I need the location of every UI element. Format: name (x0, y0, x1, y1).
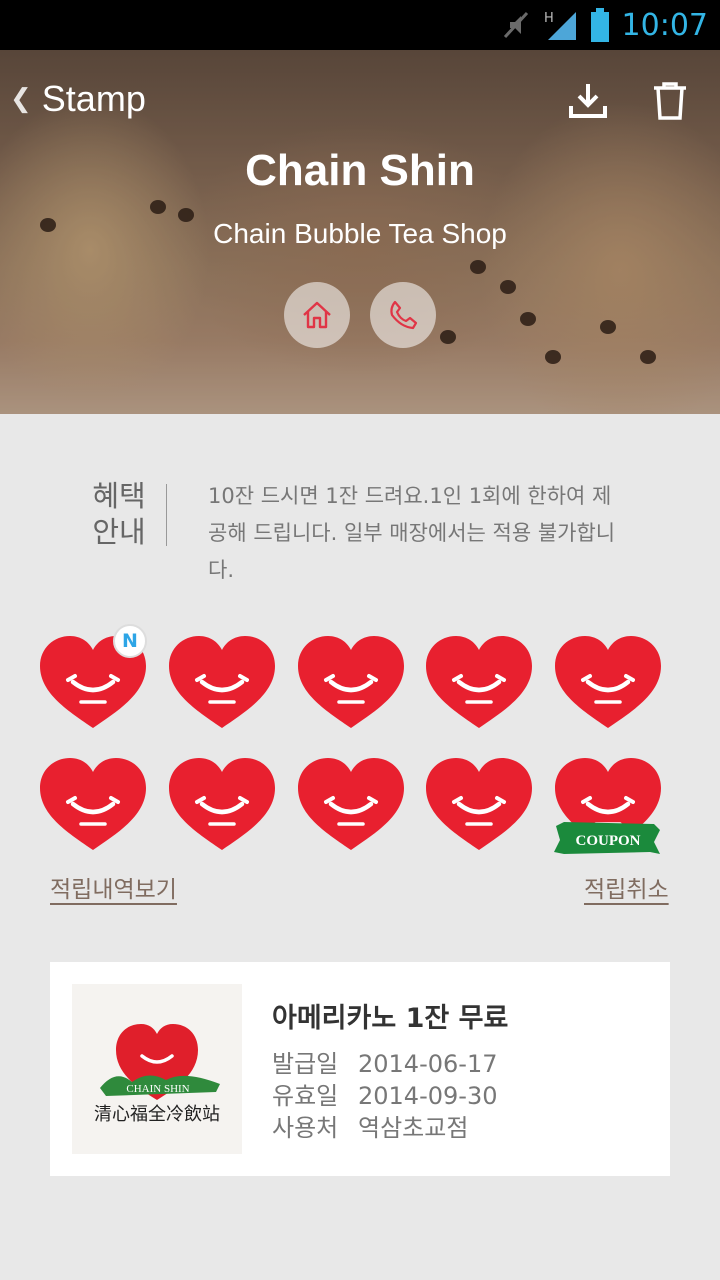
stamp-heart[interactable] (426, 636, 532, 732)
pearl-decoration (545, 350, 561, 364)
stamp-history-link[interactable]: 적립내역보기 (50, 870, 177, 904)
stamp-heart[interactable] (298, 636, 404, 732)
phone-button[interactable] (370, 282, 436, 348)
pearl-decoration (640, 350, 656, 364)
store-header: ❮ Stamp Chain Shin Chain Bubble Tea Shop (0, 50, 720, 414)
home-icon (303, 301, 331, 329)
phone-icon (390, 300, 418, 330)
clock: 10:07 (621, 7, 708, 43)
stamp-heart[interactable] (40, 758, 146, 854)
mute-icon (503, 11, 528, 39)
chevron-left-icon: ❮ (10, 84, 32, 114)
issue-date-label: 발급일 (272, 1050, 339, 1078)
coupon-ribbon[interactable]: COUPON (554, 822, 662, 856)
trash-icon[interactable] (648, 78, 692, 122)
usage-location-row: 사용처 역삼초교점 (272, 1108, 468, 1143)
divider (166, 484, 167, 546)
usage-location-label: 사용처 (272, 1114, 339, 1142)
back-button[interactable]: ❮ Stamp (10, 78, 146, 120)
issue-date-row: 발급일 2014-06-17 (272, 1044, 497, 1079)
store-subtitle: Chain Bubble Tea Shop (213, 218, 507, 249)
benefit-description: 10잔 드시면 1잔 드려요.1인 1회에 한하여 제공해 드립니다. 일부 매… (208, 484, 616, 582)
pearl-decoration (520, 312, 536, 326)
back-label: Stamp (41, 78, 146, 119)
issue-date-value: 2014-06-17 (358, 1050, 498, 1078)
store-logo: CHAIN SHIN 清心福全冷飲站 (72, 984, 242, 1154)
download-icon[interactable] (566, 78, 610, 122)
cancel-stamp-link[interactable]: 적립취소 (584, 870, 669, 904)
expiry-date-row: 유효일 2014-09-30 (272, 1076, 497, 1111)
coupon-label: COUPON (576, 833, 641, 849)
coupon-title: 아메리카노 1잔 무료 (272, 1003, 509, 1034)
store-title: Chain Shin (245, 146, 475, 195)
signal-icon: H (544, 11, 576, 40)
stamp-heart[interactable] (169, 636, 275, 732)
status-bar: H 10:07 (0, 0, 720, 50)
pearl-decoration (440, 330, 456, 344)
pearl-decoration (600, 320, 616, 334)
stamp-heart[interactable] (298, 758, 404, 854)
pearl-decoration (150, 200, 166, 214)
home-button[interactable] (284, 282, 350, 348)
battery-icon (590, 8, 609, 42)
expiry-date-label: 유효일 (272, 1082, 339, 1110)
svg-text:CHAIN SHIN: CHAIN SHIN (126, 1083, 189, 1095)
stamp-heart[interactable] (169, 758, 275, 854)
pearl-decoration (500, 280, 516, 294)
new-badge: N (113, 624, 147, 658)
stamp-heart[interactable] (426, 758, 532, 854)
svg-text:H: H (544, 11, 554, 26)
expiry-date-value: 2014-09-30 (358, 1082, 498, 1110)
stamp-heart[interactable] (555, 636, 661, 732)
coupon-card[interactable]: CHAIN SHIN 清心福全冷飲站 아메리카노 1잔 무료 발급일 2014-0… (50, 962, 670, 1176)
benefit-title: 혜택 안내 (92, 479, 146, 549)
usage-location-value: 역삼초교점 (358, 1114, 469, 1142)
pearl-decoration (470, 260, 486, 274)
svg-text:清心福全冷飲站: 清心福全冷飲站 (94, 1104, 220, 1125)
